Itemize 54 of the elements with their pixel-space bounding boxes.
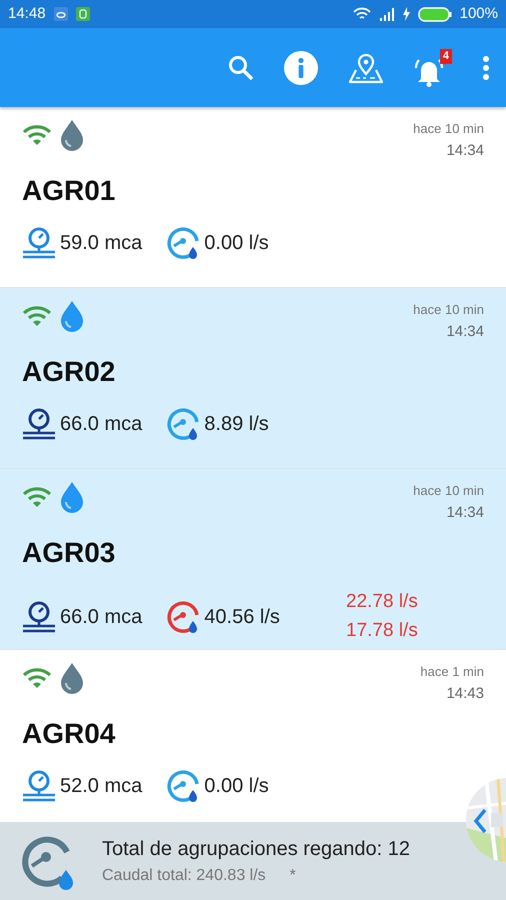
wifi-icon <box>352 7 371 21</box>
flow-value: 8.89 l/s <box>204 412 269 438</box>
reading-time: 14:43 <box>445 684 484 704</box>
wifi-icon <box>22 305 52 327</box>
wifi-icon <box>22 667 52 689</box>
wifi-icon <box>22 124 52 146</box>
notification-count: 4 <box>440 48 452 64</box>
group-name: AGR03 <box>22 536 116 570</box>
elapsed-time: hace 10 min <box>413 120 484 138</box>
charging-icon <box>402 7 410 21</box>
status-time: 14:48 <box>8 4 46 24</box>
signal-icon <box>378 7 395 21</box>
elapsed-time: hace 10 min <box>413 482 484 500</box>
line-flow-value: 17.78 l/s <box>346 618 418 643</box>
pressure-gauge-icon <box>22 227 56 260</box>
overflow-menu-icon <box>482 54 490 80</box>
pressure-value: 59.0 mca <box>60 231 142 256</box>
elapsed-time: hace 1 min <box>420 663 484 681</box>
pressure-value: 66.0 mca <box>60 412 142 438</box>
info-icon <box>284 50 318 84</box>
chevron-left-icon <box>473 808 487 834</box>
footer-title: Total de agrupaciones regando: 12 <box>102 837 410 862</box>
menu-button[interactable] <box>482 54 490 80</box>
app-icon <box>76 7 90 21</box>
flow-value: 0.00 l/s <box>204 774 269 800</box>
footnote-mark: * <box>290 866 296 886</box>
reading-time: 14:34 <box>445 322 484 342</box>
flow-value: 40.56 l/s <box>204 604 280 630</box>
reading-time: 14:34 <box>445 140 484 161</box>
pressure-value: 52.0 mca <box>60 774 142 800</box>
pressure-gauge-icon <box>22 600 56 633</box>
wifi-icon <box>22 486 52 508</box>
pressure-gauge-icon <box>22 408 56 440</box>
group-name: AGR02 <box>22 355 116 390</box>
group-row[interactable]: hace 10 min 14:34 AGR03 66.0 mca 40.56 l/s 22.78 l/s 17.78 l/s <box>0 469 506 650</box>
notifications-button[interactable]: 4 <box>414 48 452 86</box>
group-row[interactable]: hace 10 min 14:34 AGR02 66.0 mca 8.89 l/s <box>0 288 506 469</box>
pressure-gauge-icon <box>22 770 56 802</box>
pressure-value: 66.0 mca <box>60 604 142 630</box>
battery-level: 100% <box>460 4 498 24</box>
info-button[interactable] <box>284 50 318 84</box>
group-name: AGR01 <box>22 174 116 208</box>
reading-time: 14:34 <box>445 502 484 523</box>
battery-icon <box>418 6 452 22</box>
line-flow-value: 22.78 l/s <box>346 590 418 614</box>
group-name: AGR04 <box>22 717 116 752</box>
map-pin-icon <box>348 52 384 84</box>
elapsed-time: hace 10 min <box>413 301 484 319</box>
map-view-button[interactable] <box>348 52 384 84</box>
cloud-icon <box>54 7 68 21</box>
flow-value: 0.00 l/s <box>204 231 269 256</box>
total-flow-text: Caudal total: 240.83 l/s <box>102 866 266 886</box>
search-button[interactable] <box>228 54 254 80</box>
search-icon <box>228 54 254 80</box>
